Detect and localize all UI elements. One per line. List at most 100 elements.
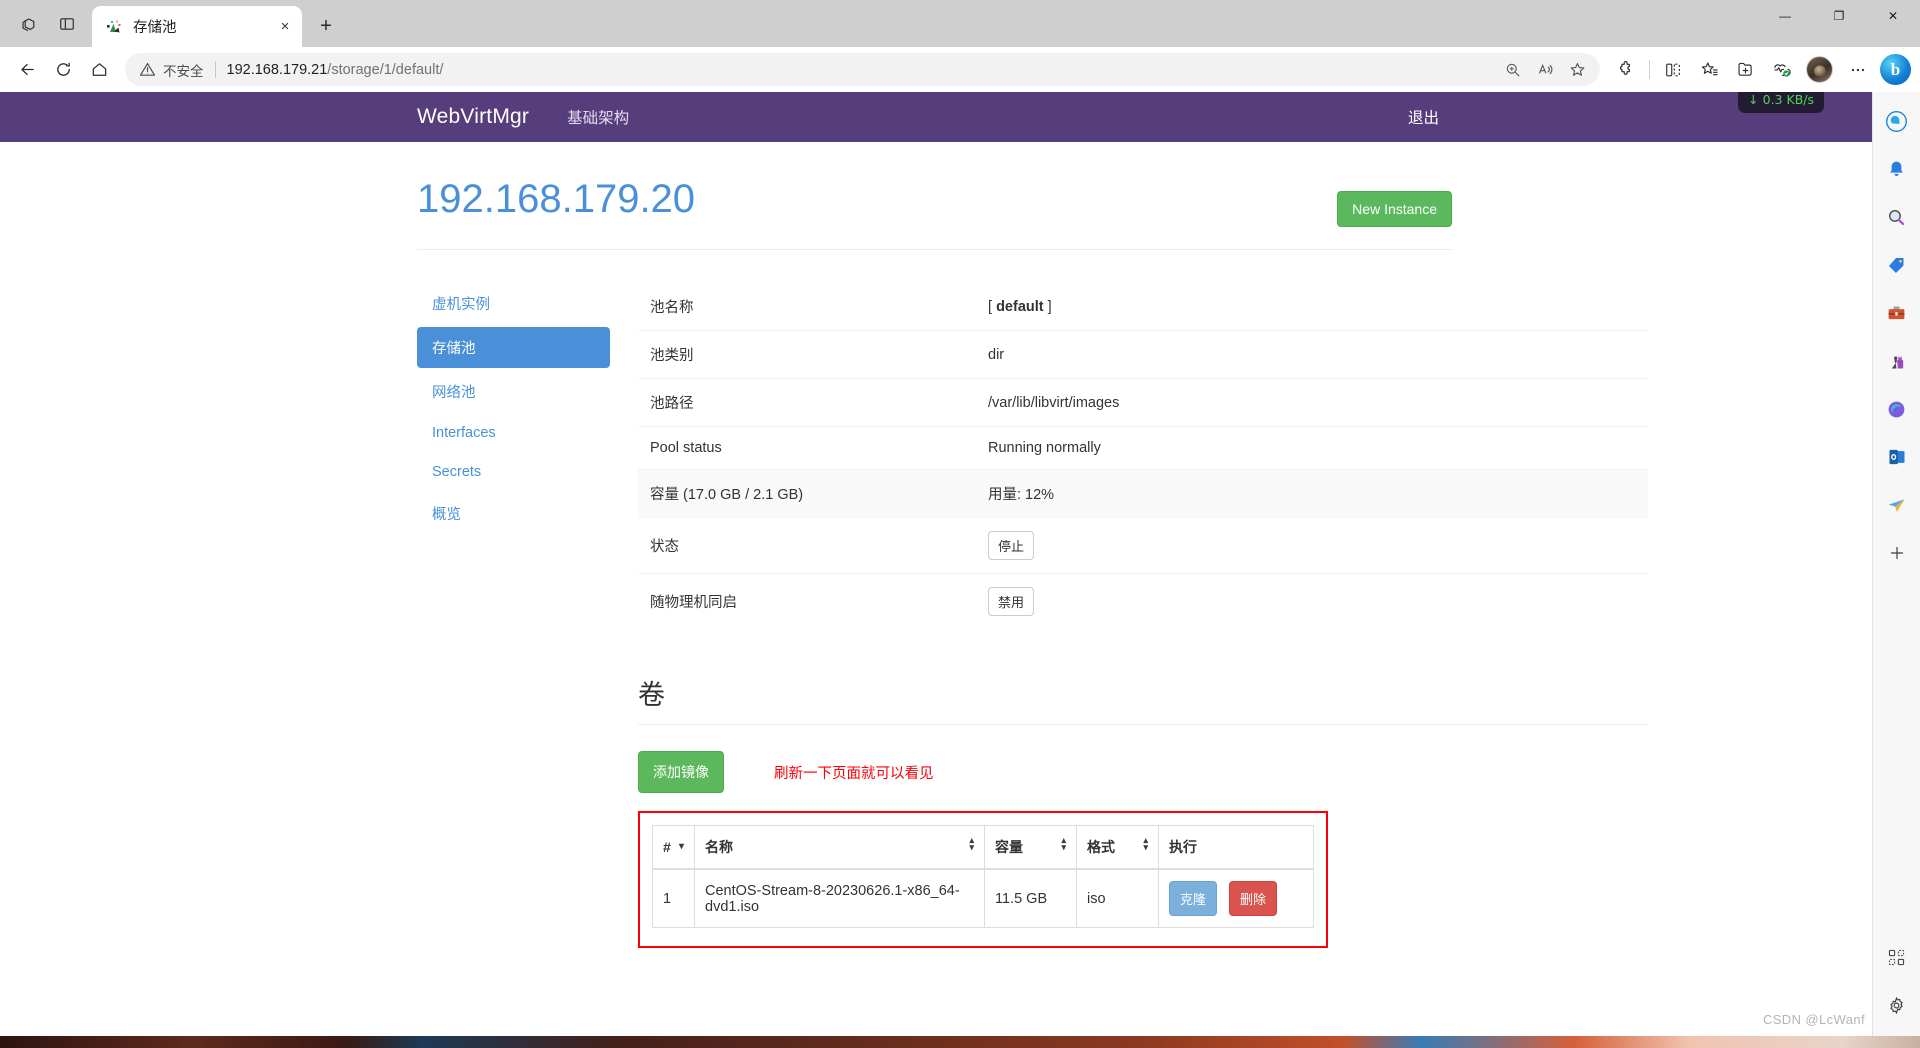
favorites-icon[interactable] — [1691, 52, 1727, 88]
sort-icon[interactable]: ▴ ▾ — [1143, 836, 1148, 852]
sort-desc-icon[interactable]: ▾ — [679, 839, 684, 855]
detail-value: 停止 — [976, 517, 1648, 574]
cell-index: 1 — [652, 868, 695, 928]
detail-key: 池名称 — [650, 300, 694, 316]
volumes-highlight-box: # ▾ 名称 ▴ ▾ 容量 ▴ ▾ 格式 ▴ ▾ 执行 1 CentOS-Str… — [638, 811, 1328, 948]
sidebar-item-secrets[interactable]: Secrets — [417, 454, 610, 490]
table-row: 1 CentOS-Stream-8-20230626.1-x86_64-dvd1… — [652, 868, 1314, 928]
volumes-table: # ▾ 名称 ▴ ▾ 容量 ▴ ▾ 格式 ▴ ▾ 执行 1 CentOS-Str… — [652, 825, 1314, 928]
tab-close-icon[interactable]: × — [274, 16, 296, 38]
column-header-size[interactable]: 容量 ▴ ▾ — [984, 825, 1077, 870]
clone-volume-button[interactable]: 克隆 — [1169, 881, 1218, 916]
outlook-icon[interactable] — [1880, 440, 1914, 474]
sidebar-item-instances[interactable]: 虚机实例 — [417, 283, 610, 324]
insecure-warning-icon — [139, 61, 156, 78]
sort-icon[interactable]: ▴ ▾ — [969, 836, 974, 852]
tab-actions-icon[interactable] — [48, 5, 86, 43]
sidebar-item-interfaces[interactable]: Interfaces — [417, 415, 610, 451]
detail-key: 随物理机同启 — [638, 573, 976, 629]
maximize-button[interactable]: ❐ — [1812, 0, 1866, 32]
nav-item-infrastructure[interactable]: 基础架构 — [567, 106, 629, 128]
workspaces-icon[interactable] — [10, 5, 48, 43]
table-row: 状态 停止 — [638, 517, 1648, 574]
edge-sidebar — [1872, 92, 1920, 1036]
settings-icon[interactable] — [1880, 988, 1914, 1022]
sort-icon[interactable]: ▴ ▾ — [1061, 836, 1066, 852]
toolbar-divider — [1649, 60, 1650, 79]
extensions-icon[interactable] — [1608, 52, 1644, 88]
body-row: 虚机实例 存储池 网络池 Interfaces Secrets 概览 池名称 [… — [417, 250, 1872, 948]
copilot-icon[interactable]: b — [1880, 54, 1911, 85]
download-arrow-icon: ↓ — [1748, 92, 1759, 107]
close-window-button[interactable]: ✕ — [1866, 0, 1920, 32]
table-row: Pool status Running normally — [638, 426, 1648, 470]
download-speed-row: ↓ 0.3 KB/s — [1748, 92, 1814, 107]
avatar[interactable] — [1806, 56, 1833, 83]
zoom-icon[interactable] — [1498, 55, 1528, 85]
shopping-icon[interactable] — [1880, 248, 1914, 282]
table-row: 容量 (17.0 GB / 2.1 GB) 用量: 12% — [638, 469, 1648, 518]
network-speed-widget: ↑ 0.0 KB/s ↓ 0.3 KB/s — [1738, 92, 1824, 113]
back-icon[interactable] — [9, 52, 45, 88]
insecure-label: 不安全 — [163, 63, 204, 79]
column-header-name[interactable]: 名称 ▴ ▾ — [694, 825, 985, 870]
apps-icon[interactable] — [1880, 940, 1914, 974]
omnibox-divider — [214, 61, 216, 78]
browser-essentials-icon[interactable] — [1763, 52, 1799, 88]
notifications-icon[interactable] — [1880, 152, 1914, 186]
watermark: CSDN @LcWanf — [1762, 1012, 1865, 1027]
column-header-index[interactable]: # ▾ — [652, 825, 695, 870]
column-label: 名称 — [705, 839, 733, 855]
refresh-icon[interactable] — [45, 52, 81, 88]
detail-value: /var/lib/libvirt/images — [976, 378, 1648, 427]
page-header: 192.168.179.20 New Instance — [417, 142, 1452, 250]
add-image-button[interactable]: 添加镜像 — [638, 751, 724, 793]
browser-tab[interactable]: 存储池 × — [92, 6, 302, 47]
detail-key: 池类别 — [638, 330, 976, 379]
desktop-wallpaper-strip — [0, 1036, 1920, 1048]
column-header-format[interactable]: 格式 ▴ ▾ — [1076, 825, 1159, 870]
new-instance-button[interactable]: New Instance — [1337, 191, 1452, 227]
detail-value: 用量: 12% — [976, 469, 1648, 518]
sidebar-item-storage[interactable]: 存储池 — [417, 327, 610, 368]
sidebar-item-overview[interactable]: 概览 — [417, 493, 610, 534]
delete-volume-button[interactable]: 删除 — [1229, 881, 1278, 916]
favorite-icon[interactable] — [1562, 55, 1592, 85]
search-icon[interactable] — [1880, 200, 1914, 234]
minimize-button[interactable]: — — [1758, 0, 1812, 32]
pool-stop-button[interactable]: 停止 — [988, 531, 1035, 560]
autostart-toggle-button[interactable]: 禁用 — [988, 587, 1035, 616]
column-header-actions: 执行 — [1158, 825, 1314, 870]
page-title: 192.168.179.20 — [417, 177, 696, 221]
detail-key: 状态 — [638, 517, 976, 574]
brand-logo[interactable]: WebVirtMgr — [417, 105, 529, 129]
url-host: 192.168.179.21 — [226, 61, 328, 78]
add-icon[interactable] — [1880, 536, 1914, 570]
sidebar-item-network[interactable]: 网络池 — [417, 371, 610, 412]
read-aloud-icon[interactable] — [1530, 55, 1560, 85]
copilot-icon[interactable] — [1880, 104, 1914, 138]
toolbar-actions: b — [1608, 52, 1911, 88]
app-navbar: WebVirtMgr 基础架构 退出 — [0, 92, 1872, 142]
cell-format: iso — [1076, 868, 1159, 928]
office-icon[interactable] — [1880, 392, 1914, 426]
new-tab-button[interactable]: + — [311, 11, 341, 41]
detail-key: Pool status — [638, 426, 976, 470]
column-label: 格式 — [1087, 839, 1115, 855]
games-icon[interactable] — [1880, 344, 1914, 378]
detail-panel: 池名称 [ default ] 池类别 dir 池路径 /var/lib/lib… — [610, 283, 1872, 948]
column-label: 容量 — [995, 839, 1023, 855]
split-screen-icon[interactable] — [1655, 52, 1691, 88]
address-bar[interactable]: 不安全 192.168.179.21/storage/1/default/ — [125, 53, 1600, 86]
tools-icon[interactable] — [1880, 296, 1914, 330]
column-label: 执行 — [1169, 839, 1197, 855]
pool-details-table: 池名称 [ default ] 池类别 dir 池路径 /var/lib/lib… — [638, 283, 1648, 629]
browser-window: 存储池 × + — ❐ ✕ 不安全 192.168.179.21/storage… — [0, 0, 1920, 1036]
nav-item-logout[interactable]: 退出 — [1408, 106, 1439, 128]
collections-icon[interactable] — [1727, 52, 1763, 88]
table-row: 池类别 dir — [638, 330, 1648, 379]
more-options-icon[interactable] — [1840, 52, 1876, 88]
send-icon[interactable] — [1880, 488, 1914, 522]
home-icon[interactable] — [81, 52, 117, 88]
detail-value: Running normally — [976, 426, 1648, 470]
